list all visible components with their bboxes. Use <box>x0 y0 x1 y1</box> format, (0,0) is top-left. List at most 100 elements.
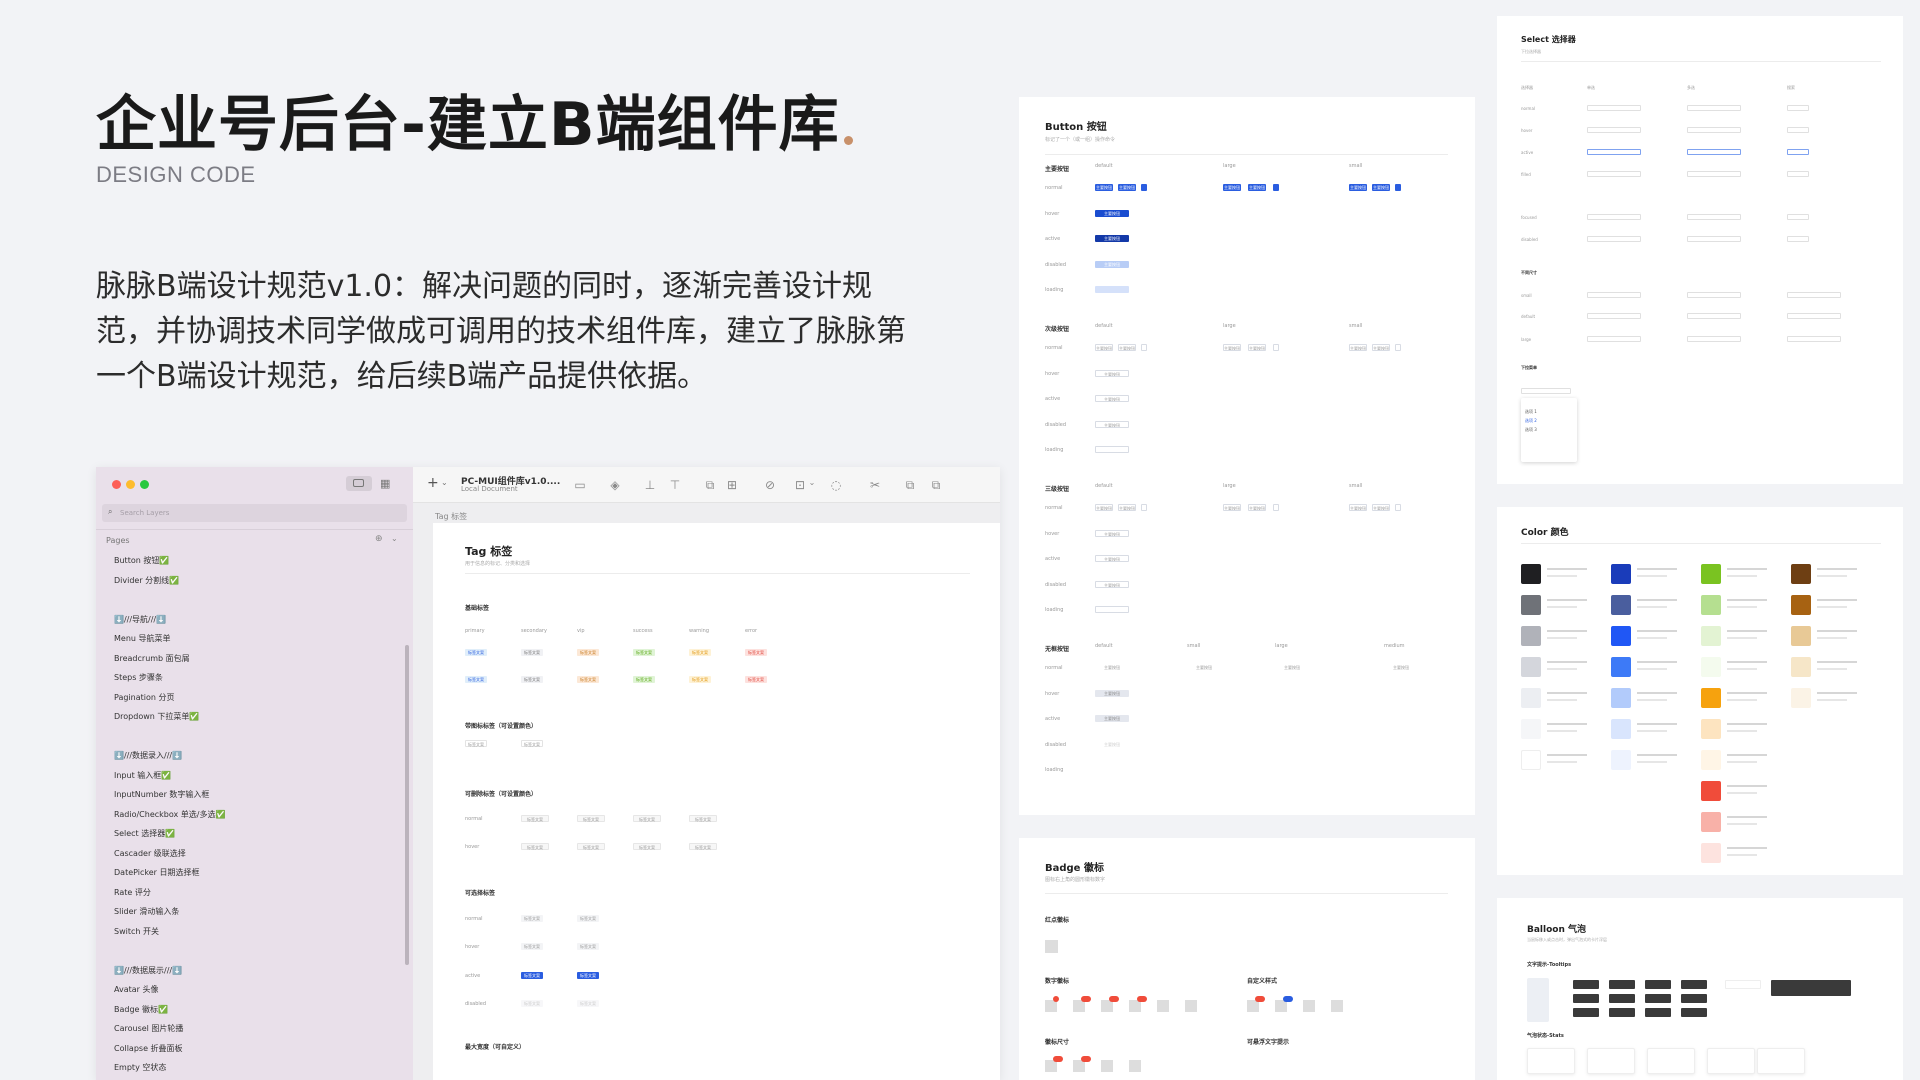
select-input[interactable] <box>1687 105 1741 111</box>
primary-button[interactable]: 主要按钮 <box>1223 184 1241 191</box>
search-layers-input[interactable]: ⌕ Search Layers <box>102 504 407 522</box>
select-input[interactable] <box>1687 171 1741 177</box>
resize-icon[interactable]: ⧉ <box>703 478 717 493</box>
select-input[interactable] <box>1587 236 1641 242</box>
page-item[interactable]: Divider 分割线✅ <box>114 575 179 586</box>
state-button[interactable]: 主要按钮 <box>1095 741 1129 748</box>
state-button[interactable]: 主要按钮 <box>1095 260 1129 268</box>
symbol-icon[interactable]: ◈ <box>608 478 622 492</box>
primary-button[interactable]: 主要按钮 <box>1372 344 1390 351</box>
state-button[interactable] <box>1095 766 1129 773</box>
page-item[interactable]: Empty 空状态 <box>114 1062 166 1073</box>
state-button[interactable]: 主要按钮 <box>1095 580 1129 588</box>
select-input[interactable] <box>1587 292 1641 298</box>
selectable-tag[interactable]: 标签文案 <box>577 943 599 950</box>
page-item[interactable]: Switch 开关 <box>114 926 159 937</box>
page-item[interactable]: ⬇️///数据录入///⬇️ <box>114 750 182 761</box>
icon-tag[interactable]: 标签文案 <box>465 740 487 747</box>
primary-button[interactable]: 主要按钮 <box>1095 504 1113 511</box>
select-input[interactable] <box>1587 214 1641 220</box>
tag-error[interactable]: 标签文案 <box>745 649 767 656</box>
page-item[interactable]: Steps 步骤条 <box>114 672 163 683</box>
link-icon[interactable]: ⧉ <box>903 478 917 493</box>
page-item[interactable]: Menu 导航菜单 <box>114 633 171 644</box>
select-input[interactable] <box>1687 336 1741 342</box>
align-bottom-icon[interactable]: ⊥ <box>643 478 657 492</box>
chevron-down-icon[interactable]: ⌄ <box>391 534 398 543</box>
artboard-icon[interactable]: ▭ <box>573 478 587 492</box>
page-item[interactable]: Badge 徽标✅ <box>114 1004 168 1015</box>
select-input[interactable] <box>1787 336 1841 342</box>
state-button[interactable]: 主要按钮 <box>1095 209 1129 217</box>
primary-button[interactable]: 主要按钮 <box>1384 664 1418 671</box>
page-item[interactable]: Breadcrumb 面包屑 <box>114 653 190 664</box>
select-input[interactable] <box>1587 171 1641 177</box>
page-item[interactable]: Radio/Checkbox 单选/多选✅ <box>114 809 225 820</box>
primary-button[interactable]: 主要按钮 <box>1095 664 1129 671</box>
primary-button[interactable]: 主要按钮 <box>1095 184 1113 191</box>
scissors-icon[interactable]: ✂ <box>868 478 882 492</box>
dropdown-option[interactable]: 选项 3 <box>1525 427 1537 433</box>
select-input[interactable] <box>1687 127 1741 133</box>
select-input[interactable] <box>1687 214 1741 220</box>
select-input[interactable] <box>1587 127 1641 133</box>
primary-button[interactable] <box>1273 344 1279 351</box>
state-button[interactable] <box>1095 286 1129 293</box>
tag-success[interactable]: 标签文案 <box>633 676 655 683</box>
primary-button[interactable]: 主要按钮 <box>1248 184 1266 191</box>
select-input[interactable] <box>1587 105 1641 111</box>
primary-button[interactable] <box>1273 504 1279 511</box>
primary-button[interactable]: 主要按钮 <box>1223 504 1241 511</box>
primary-button[interactable]: 主要按钮 <box>1349 504 1367 511</box>
select-input[interactable] <box>1687 149 1741 155</box>
page-item[interactable]: Avatar 头像 <box>114 984 159 995</box>
scrollbar[interactable] <box>405 645 409 965</box>
page-item[interactable]: Carousel 图片轮播 <box>114 1023 183 1034</box>
primary-button[interactable]: 主要按钮 <box>1118 504 1136 511</box>
insert-icon[interactable]: + <box>427 475 439 491</box>
page-item[interactable]: InputNumber 数字输入框 <box>114 789 209 800</box>
align-top-icon[interactable]: ⊤ <box>668 478 682 492</box>
primary-button[interactable]: 主要按钮 <box>1248 504 1266 511</box>
primary-button[interactable]: 主要按钮 <box>1349 344 1367 351</box>
state-button[interactable] <box>1095 446 1129 453</box>
closable-tag[interactable]: 标签文案 <box>689 843 717 850</box>
closable-tag[interactable]: 标签文案 <box>521 815 549 822</box>
tag-primary[interactable]: 标签文案 <box>465 676 487 683</box>
state-button[interactable]: 主要按钮 <box>1095 529 1129 537</box>
primary-button[interactable]: 主要按钮 <box>1118 184 1136 191</box>
select-input[interactable] <box>1687 313 1741 319</box>
dropdown-trigger[interactable] <box>1521 388 1571 394</box>
closable-tag[interactable]: 标签文案 <box>577 843 605 850</box>
page-item[interactable]: Slider 滑动输入条 <box>114 906 179 917</box>
state-button[interactable] <box>1095 606 1129 613</box>
add-page-icon[interactable]: ⊕ <box>375 534 383 544</box>
selectable-tag[interactable]: 标签文案 <box>577 1000 599 1007</box>
select-input[interactable] <box>1587 313 1641 319</box>
dropdown-option[interactable]: 选项 1 <box>1525 409 1537 415</box>
select-input[interactable] <box>1787 149 1809 155</box>
primary-button[interactable] <box>1141 504 1147 511</box>
closable-tag[interactable]: 标签文案 <box>689 815 717 822</box>
primary-button[interactable]: 主要按钮 <box>1248 344 1266 351</box>
tag-vip[interactable]: 标签文案 <box>577 649 599 656</box>
select-input[interactable] <box>1787 171 1809 177</box>
select-input[interactable] <box>1787 214 1809 220</box>
page-item[interactable]: Dropdown 下拉菜单✅ <box>114 711 199 722</box>
select-input[interactable] <box>1787 127 1809 133</box>
page-item[interactable]: Input 输入框✅ <box>114 770 171 781</box>
primary-button[interactable] <box>1395 184 1401 191</box>
tag-warning[interactable]: 标签文案 <box>689 676 711 683</box>
tag-secondary[interactable]: 标签文案 <box>521 649 543 656</box>
layers-view-toggle[interactable] <box>346 476 372 491</box>
closable-tag[interactable]: 标签文案 <box>633 843 661 850</box>
select-input[interactable] <box>1787 105 1809 111</box>
primary-button[interactable]: 主要按钮 <box>1372 184 1390 191</box>
primary-button[interactable] <box>1395 504 1401 511</box>
primary-button[interactable]: 主要按钮 <box>1275 664 1309 671</box>
state-button[interactable]: 主要按钮 <box>1095 555 1129 562</box>
page-item[interactable]: ⬇️///数据展示///⬇️ <box>114 965 182 976</box>
selectable-tag[interactable]: 标签文案 <box>577 972 599 979</box>
page-item[interactable]: Cascader 级联选择 <box>114 848 186 859</box>
select-input[interactable] <box>1787 313 1841 319</box>
